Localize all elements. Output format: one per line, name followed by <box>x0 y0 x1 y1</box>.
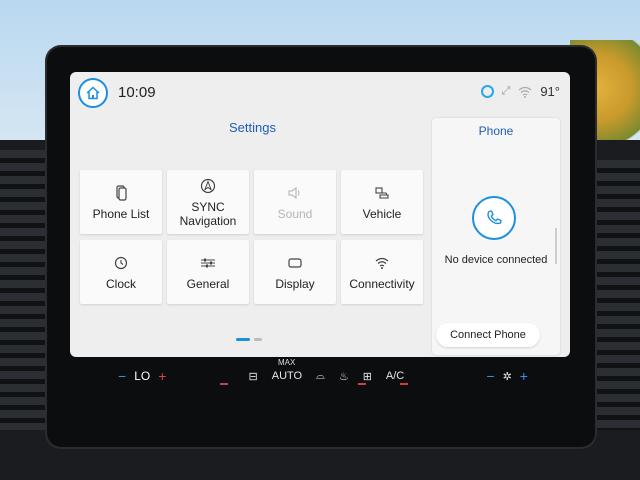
front-defrost-icon[interactable]: ⊞ <box>363 370 372 383</box>
tile-label: Display <box>275 277 315 291</box>
fan-group: − ✲ + <box>486 368 528 384</box>
infotainment-screen: 10:09 ⤢ 91° Settings Phone List SYNC Nav… <box>70 72 570 357</box>
vehicle-icon <box>375 187 389 199</box>
left-temp-up-button[interactable]: + <box>158 368 166 384</box>
left-temp-group: − LO + <box>118 368 166 384</box>
speaker-icon <box>288 186 300 200</box>
tile-general[interactable]: General <box>167 240 249 304</box>
phone-panel: Phone No device connected Connect Phone <box>432 118 560 355</box>
ac-button[interactable]: A/C <box>386 370 404 382</box>
tile-label: General <box>186 277 230 291</box>
fan-up-button[interactable]: + <box>520 368 528 384</box>
phone-icon <box>487 210 502 225</box>
clock-display: 10:09 <box>118 84 156 101</box>
rear-defrost-indicator <box>220 383 228 385</box>
clock-icon <box>114 256 128 270</box>
tile-label: Phone List <box>92 207 150 221</box>
fan-icon: ✲ <box>502 370 512 383</box>
phone-button[interactable] <box>472 196 516 240</box>
phone-panel-scrollbar[interactable] <box>555 228 557 264</box>
settings-title: Settings <box>229 120 276 135</box>
tile-phone-list[interactable]: Phone List <box>80 170 162 234</box>
tile-label: Sound <box>277 207 313 221</box>
alexa-icon <box>480 85 494 98</box>
front-defrost-indicator <box>358 383 366 385</box>
tile-display[interactable]: Display <box>254 240 336 304</box>
home-button[interactable] <box>78 78 108 108</box>
wifi-icon <box>518 86 532 98</box>
tile-sync-navigation[interactable]: SYNC Navigation <box>167 170 249 234</box>
climate-controls: − LO + ⊟ AUTO ⌓ ♨ ⊞ A/C − ✲ + <box>118 362 528 390</box>
seat-heat-icon[interactable]: ♨ <box>339 370 349 383</box>
connect-phone-button[interactable]: Connect Phone <box>436 323 540 347</box>
phone-list-icon <box>116 185 127 201</box>
ac-indicator <box>400 383 408 385</box>
phone-status-text: No device connected <box>444 254 548 266</box>
tile-label: Vehicle <box>362 207 402 221</box>
page-indicator <box>236 338 262 341</box>
home-icon <box>86 86 100 100</box>
phone-title: Phone <box>478 124 514 138</box>
status-icons: ⤢ 91° <box>480 84 560 99</box>
tile-clock[interactable]: Clock <box>80 240 162 304</box>
status-bar: 10:09 ⤢ 91° <box>70 72 570 114</box>
max-defrost-icon[interactable]: ⌓ <box>316 370 325 383</box>
tile-label: Connectivity <box>349 277 415 291</box>
tile-label: Clock <box>105 277 136 291</box>
page-dot[interactable] <box>254 338 262 341</box>
rear-defrost-icon[interactable]: ⊟ <box>249 370 258 383</box>
fan-down-button[interactable]: − <box>486 368 494 384</box>
navigation-icon <box>200 178 216 194</box>
climate-mode-group: ⊟ AUTO ⌓ ♨ ⊞ A/C <box>249 370 405 383</box>
tile-sound[interactable]: Sound <box>254 170 336 234</box>
auto-button[interactable]: AUTO <box>272 370 302 382</box>
display-icon <box>288 258 302 268</box>
sliders-icon <box>201 258 215 268</box>
page-dot-active[interactable] <box>236 338 250 341</box>
wifi-icon <box>375 257 389 269</box>
outside-temperature: 91° <box>540 84 560 99</box>
tile-label: SYNC Navigation <box>179 200 237 228</box>
tile-connectivity[interactable]: Connectivity <box>341 240 423 304</box>
max-label: MAX <box>278 358 296 367</box>
left-temp-down-button[interactable]: − <box>118 368 126 384</box>
phone-signal-icon: ⤢ <box>501 85 511 97</box>
left-temp-value: LO <box>134 369 151 383</box>
tile-vehicle[interactable]: Vehicle <box>341 170 423 234</box>
